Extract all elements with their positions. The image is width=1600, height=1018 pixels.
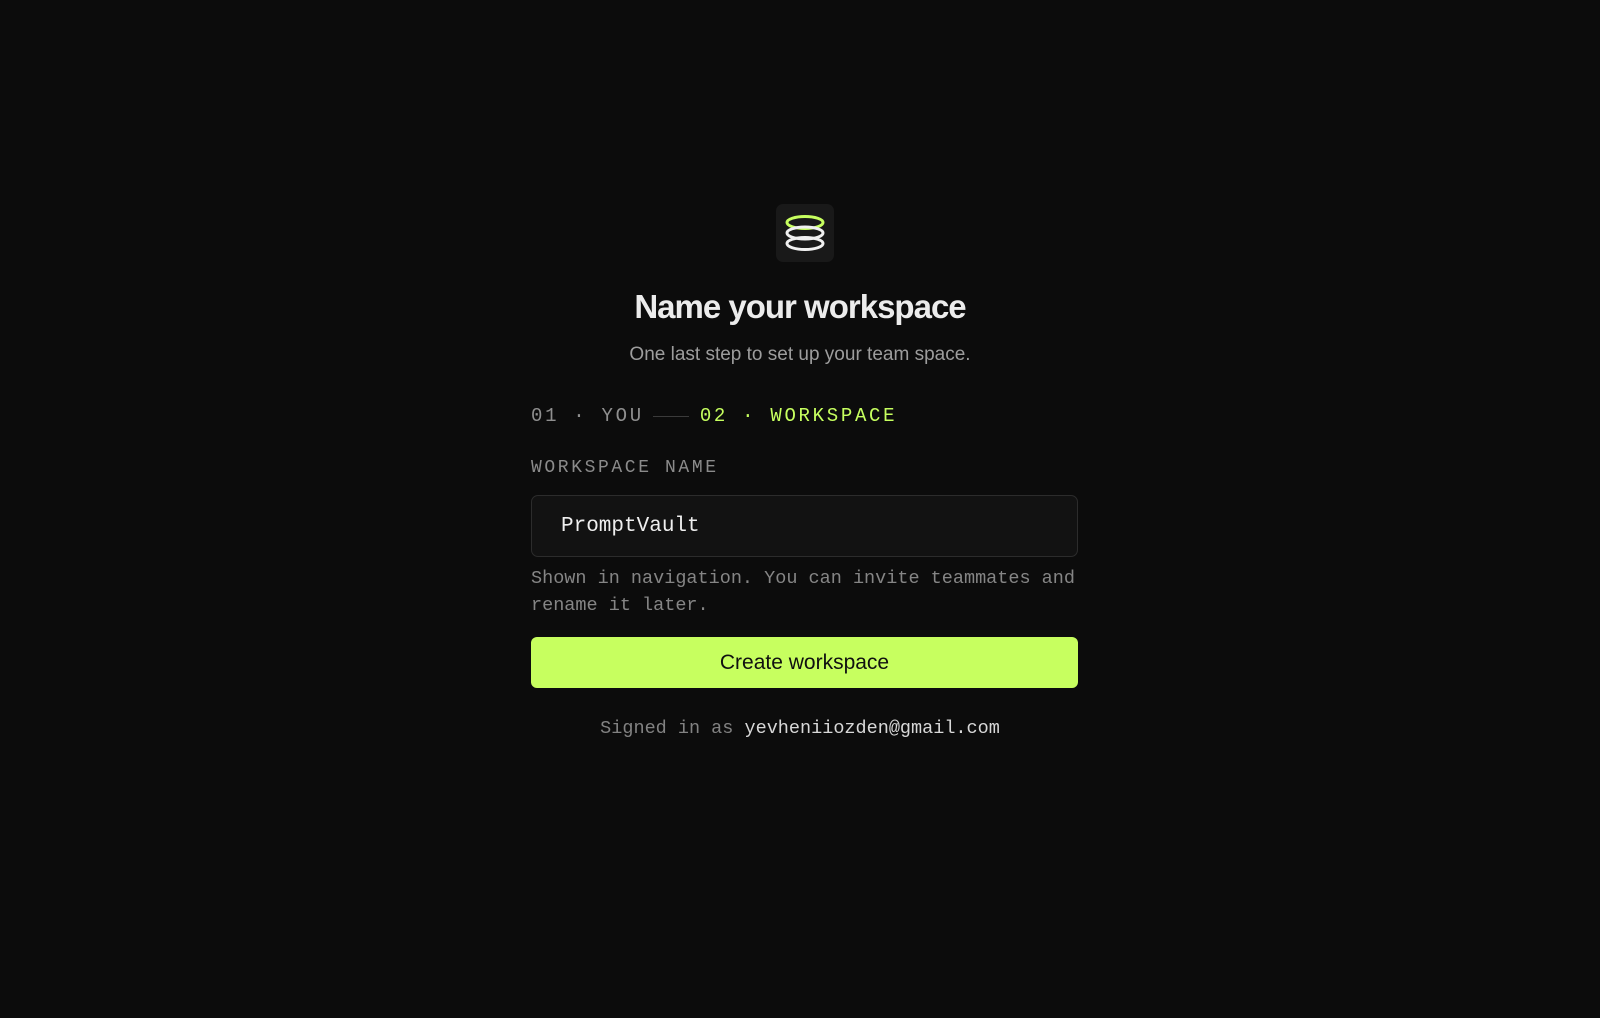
page-title: Name your workspace [634,288,966,325]
create-workspace-button[interactable]: Create workspace [531,637,1078,688]
step-connector [652,415,689,417]
signed-in-prefix: Signed in as [600,718,734,739]
stacked-rings-icon [785,215,825,251]
workspace-name-hint: Shown in navigation. You can invite team… [531,568,1075,616]
signed-in-info: Signed in as yevheniiozden@gmail.com [0,716,1600,742]
page-subtitle: One last step to set up your team space. [629,344,971,365]
signed-in-email: yevheniiozden@gmail.com [744,718,1000,739]
step-you: 01 · YOU [531,405,644,427]
workspace-name-label: WORKSPACE NAME [531,458,719,478]
step-workspace: 02 · WORKSPACE [699,405,898,427]
workspace-name-input[interactable] [531,495,1078,557]
app-logo [776,204,834,262]
step-indicator: 01 · YOU 02 · WORKSPACE [531,402,897,430]
